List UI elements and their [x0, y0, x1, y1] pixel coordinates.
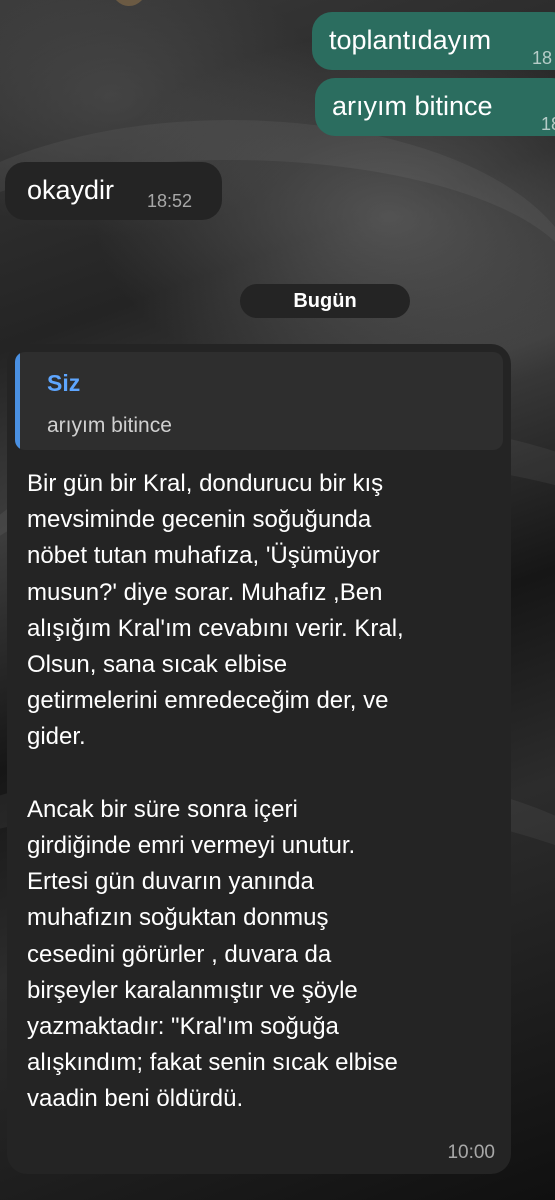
reply-text: arıyım bitince	[47, 414, 172, 437]
message-text: arıyım bitince	[332, 91, 493, 121]
message-text: toplantıdayım	[329, 25, 492, 55]
reply-quote[interactable]: Siz arıyım bitince	[15, 352, 503, 450]
message-text: Bir gün bir Kral, dondurucu bir kış mevs…	[27, 470, 404, 1113]
outgoing-message[interactable]: arıyım bitince 18	[315, 78, 555, 136]
incoming-message[interactable]: Siz arıyım bitince Bir gün bir Kral, don…	[7, 344, 511, 1174]
incoming-message[interactable]: okaydir 18:52	[5, 162, 222, 220]
message-text: okaydir	[27, 175, 115, 205]
message-time: 18	[541, 114, 555, 134]
message-time: 10:00	[447, 1142, 495, 1163]
message-time: 18:52	[147, 191, 193, 211]
date-separator: Bugün	[240, 284, 410, 318]
outgoing-message[interactable]: toplantıdayım 18	[312, 12, 555, 70]
message-time: 18	[532, 48, 553, 68]
reply-accent-bar	[15, 352, 20, 450]
reply-author: Siz	[47, 370, 81, 396]
